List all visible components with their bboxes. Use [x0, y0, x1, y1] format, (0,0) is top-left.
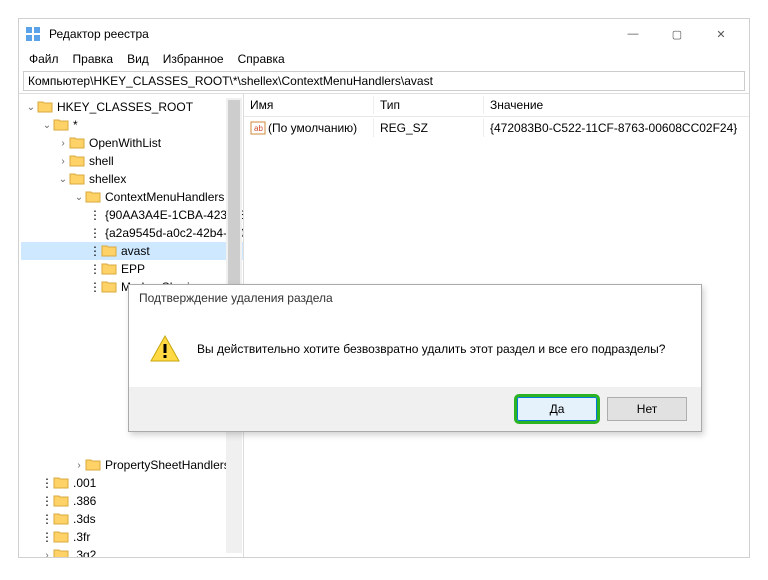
- scrollbar-thumb[interactable]: [228, 100, 240, 300]
- tree-node[interactable]: ContextMenuHandlers: [105, 190, 224, 204]
- maximize-button[interactable]: ▢: [655, 20, 699, 48]
- folder-icon: [85, 458, 101, 472]
- tree-node[interactable]: HKEY_CLASSES_ROOT: [57, 100, 193, 114]
- folder-icon: [53, 548, 69, 557]
- collapse-icon[interactable]: ⌄: [41, 120, 53, 131]
- tree-node[interactable]: .001: [73, 476, 96, 490]
- titlebar[interactable]: Редактор реестра — ▢ ✕: [19, 19, 749, 49]
- folder-icon: [53, 494, 69, 508]
- collapse-icon[interactable]: ⌄: [73, 192, 85, 203]
- col-name[interactable]: Имя: [244, 96, 374, 114]
- folder-icon: [53, 530, 69, 544]
- expand-icon[interactable]: ›: [73, 460, 85, 471]
- expand-icon[interactable]: ›: [57, 156, 69, 167]
- dialog-title: Подтверждение удаления раздела: [129, 285, 701, 315]
- folder-icon: [53, 512, 69, 526]
- window-title: Редактор реестра: [49, 27, 611, 41]
- folder-icon: [69, 172, 85, 186]
- folder-icon: [53, 118, 69, 132]
- svg-text:ab: ab: [254, 124, 263, 133]
- warning-icon: [149, 333, 181, 365]
- expand-icon[interactable]: ›: [41, 550, 53, 558]
- tree-node[interactable]: .386: [73, 494, 96, 508]
- close-button[interactable]: ✕: [699, 20, 743, 48]
- menubar: Файл Правка Вид Избранное Справка: [19, 49, 749, 69]
- collapse-icon[interactable]: ⌄: [25, 102, 37, 113]
- tree-node[interactable]: *: [73, 118, 78, 132]
- tree-node[interactable]: .3fr: [73, 530, 90, 544]
- expand-icon[interactable]: ›: [57, 138, 69, 149]
- string-value-icon: ab: [250, 121, 266, 135]
- app-icon: [25, 26, 41, 42]
- tree-node[interactable]: shellex: [89, 172, 126, 186]
- tree-node[interactable]: {90AA3A4E-1CBA-4233-B8BB-535773D4844A}: [105, 208, 244, 222]
- value-type: REG_SZ: [374, 119, 484, 137]
- address-bar[interactable]: Компьютер\HKEY_CLASSES_ROOT\*\shellex\Co…: [23, 71, 745, 91]
- column-headers: Имя Тип Значение: [244, 94, 749, 117]
- folder-icon: [37, 100, 53, 114]
- col-type[interactable]: Тип: [374, 96, 484, 114]
- folder-icon: [101, 244, 117, 258]
- confirm-dialog: Подтверждение удаления раздела Вы действ…: [128, 284, 702, 432]
- collapse-icon[interactable]: ⌄: [57, 174, 69, 185]
- tree-node[interactable]: OpenWithList: [89, 136, 161, 150]
- value-name: (По умолчанию): [268, 121, 357, 135]
- menu-file[interactable]: Файл: [29, 52, 59, 66]
- value-data: {472083B0-C522-11CF-8763-00608CC02F24}: [484, 119, 749, 137]
- folder-icon: [101, 262, 117, 276]
- yes-button[interactable]: Да: [517, 397, 597, 421]
- folder-icon: [69, 154, 85, 168]
- tree-node[interactable]: shell: [89, 154, 114, 168]
- no-button[interactable]: Нет: [607, 397, 687, 421]
- tree-node-selected[interactable]: avast: [121, 244, 150, 258]
- menu-edit[interactable]: Правка: [73, 52, 114, 66]
- folder-icon: [69, 136, 85, 150]
- menu-help[interactable]: Справка: [238, 52, 285, 66]
- value-row[interactable]: ab (По умолчанию) REG_SZ {472083B0-C522-…: [244, 117, 749, 139]
- tree-node[interactable]: .3g2: [73, 548, 96, 557]
- dialog-message: Вы действительно хотите безвозвратно уда…: [197, 342, 665, 356]
- tree-node[interactable]: {a2a9545d-a0c2-42b4-9708-a0b2badd77c8}: [105, 226, 244, 240]
- tree-node[interactable]: PropertySheetHandlers: [105, 458, 230, 472]
- folder-icon: [101, 280, 117, 294]
- tree-node[interactable]: EPP: [121, 262, 145, 276]
- menu-view[interactable]: Вид: [127, 52, 149, 66]
- col-data[interactable]: Значение: [484, 96, 749, 114]
- folder-icon: [85, 190, 101, 204]
- menu-favorites[interactable]: Избранное: [163, 52, 224, 66]
- minimize-button[interactable]: —: [611, 20, 655, 48]
- dialog-buttons: Да Нет: [129, 387, 701, 431]
- folder-icon: [53, 476, 69, 490]
- tree-node[interactable]: .3ds: [73, 512, 96, 526]
